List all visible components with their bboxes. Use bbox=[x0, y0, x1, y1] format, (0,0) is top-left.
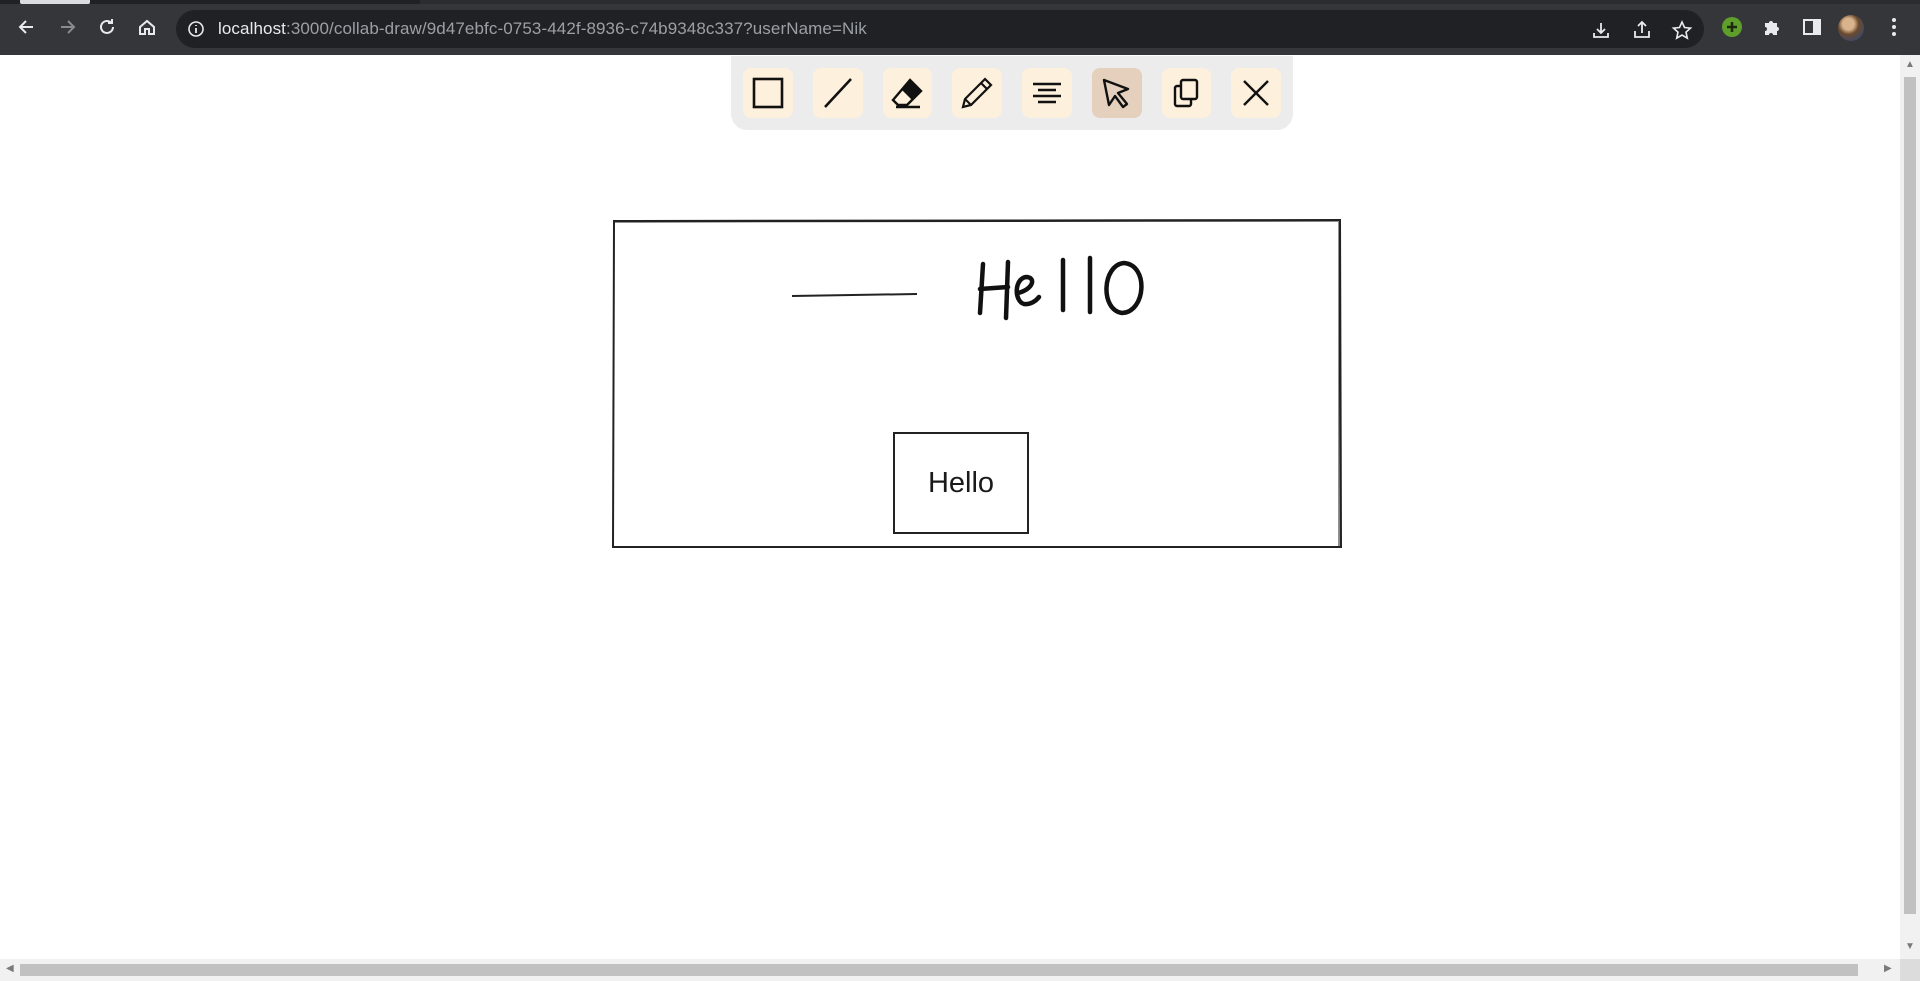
horizontal-scroll-thumb[interactable] bbox=[20, 964, 1858, 976]
drawn-line bbox=[791, 293, 918, 297]
extension-green-icon[interactable] bbox=[1720, 15, 1744, 39]
vertical-scrollbar[interactable]: ▲ ▼ bbox=[1900, 55, 1920, 959]
site-info-icon[interactable] bbox=[186, 19, 206, 39]
forward-icon[interactable] bbox=[52, 12, 82, 42]
share-icon[interactable] bbox=[1631, 19, 1653, 41]
active-tab[interactable] bbox=[20, 0, 90, 4]
url-text[interactable]: localhost:3000/collab-draw/9d47ebfc-0753… bbox=[218, 19, 867, 39]
cursor-icon bbox=[1102, 78, 1129, 109]
background-tab[interactable] bbox=[420, 0, 1920, 4]
copy-tool-button[interactable] bbox=[1161, 68, 1212, 118]
line-icon bbox=[823, 78, 852, 108]
home-icon[interactable] bbox=[132, 12, 162, 42]
clear-tool-button[interactable] bbox=[1231, 68, 1281, 118]
vertical-scroll-thumb[interactable] bbox=[1904, 77, 1916, 914]
rectangle-tool-button[interactable] bbox=[743, 68, 793, 118]
close-icon bbox=[1243, 80, 1269, 106]
horizontal-scrollbar[interactable]: ◀ ▶ bbox=[0, 959, 1900, 981]
text-align-icon bbox=[1032, 82, 1061, 104]
eraser-tool-button[interactable] bbox=[882, 68, 933, 118]
browser-toolbar: localhost:3000/collab-draw/9d47ebfc-0753… bbox=[0, 0, 1920, 55]
select-tool-button[interactable] bbox=[1091, 68, 1142, 118]
handwritten-hello bbox=[977, 255, 1144, 321]
profile-avatar[interactable] bbox=[1838, 15, 1864, 41]
rectangle-icon bbox=[752, 77, 784, 109]
scroll-down-icon[interactable]: ▼ bbox=[1905, 941, 1915, 952]
pencil-icon bbox=[961, 77, 993, 109]
eraser-icon bbox=[891, 78, 924, 109]
extensions-puzzle-icon[interactable] bbox=[1760, 15, 1784, 39]
scrollbar-corner bbox=[1900, 959, 1920, 981]
more-menu-icon[interactable] bbox=[1882, 15, 1906, 39]
side-panel-icon[interactable] bbox=[1800, 15, 1824, 39]
reload-icon[interactable] bbox=[92, 12, 122, 42]
drawing-toolbar bbox=[731, 56, 1293, 130]
pencil-tool-button[interactable] bbox=[952, 68, 1002, 118]
address-bar[interactable]: localhost:3000/collab-draw/9d47ebfc-0753… bbox=[176, 10, 1704, 48]
back-icon[interactable] bbox=[12, 12, 42, 42]
scroll-right-icon[interactable]: ▶ bbox=[1884, 963, 1892, 974]
bookmark-star-icon[interactable] bbox=[1671, 19, 1693, 41]
tab-strip bbox=[0, 0, 1920, 4]
text-tool-button[interactable] bbox=[1022, 68, 1072, 118]
scroll-up-icon[interactable]: ▲ bbox=[1905, 59, 1915, 70]
drawing-canvas[interactable]: Hello bbox=[0, 55, 1900, 959]
install-app-icon[interactable] bbox=[1590, 19, 1612, 41]
line-tool-button[interactable] bbox=[812, 68, 863, 118]
copy-icon bbox=[1174, 78, 1199, 108]
text-box-element[interactable]: Hello bbox=[893, 432, 1029, 534]
scroll-left-icon[interactable]: ◀ bbox=[6, 963, 14, 974]
